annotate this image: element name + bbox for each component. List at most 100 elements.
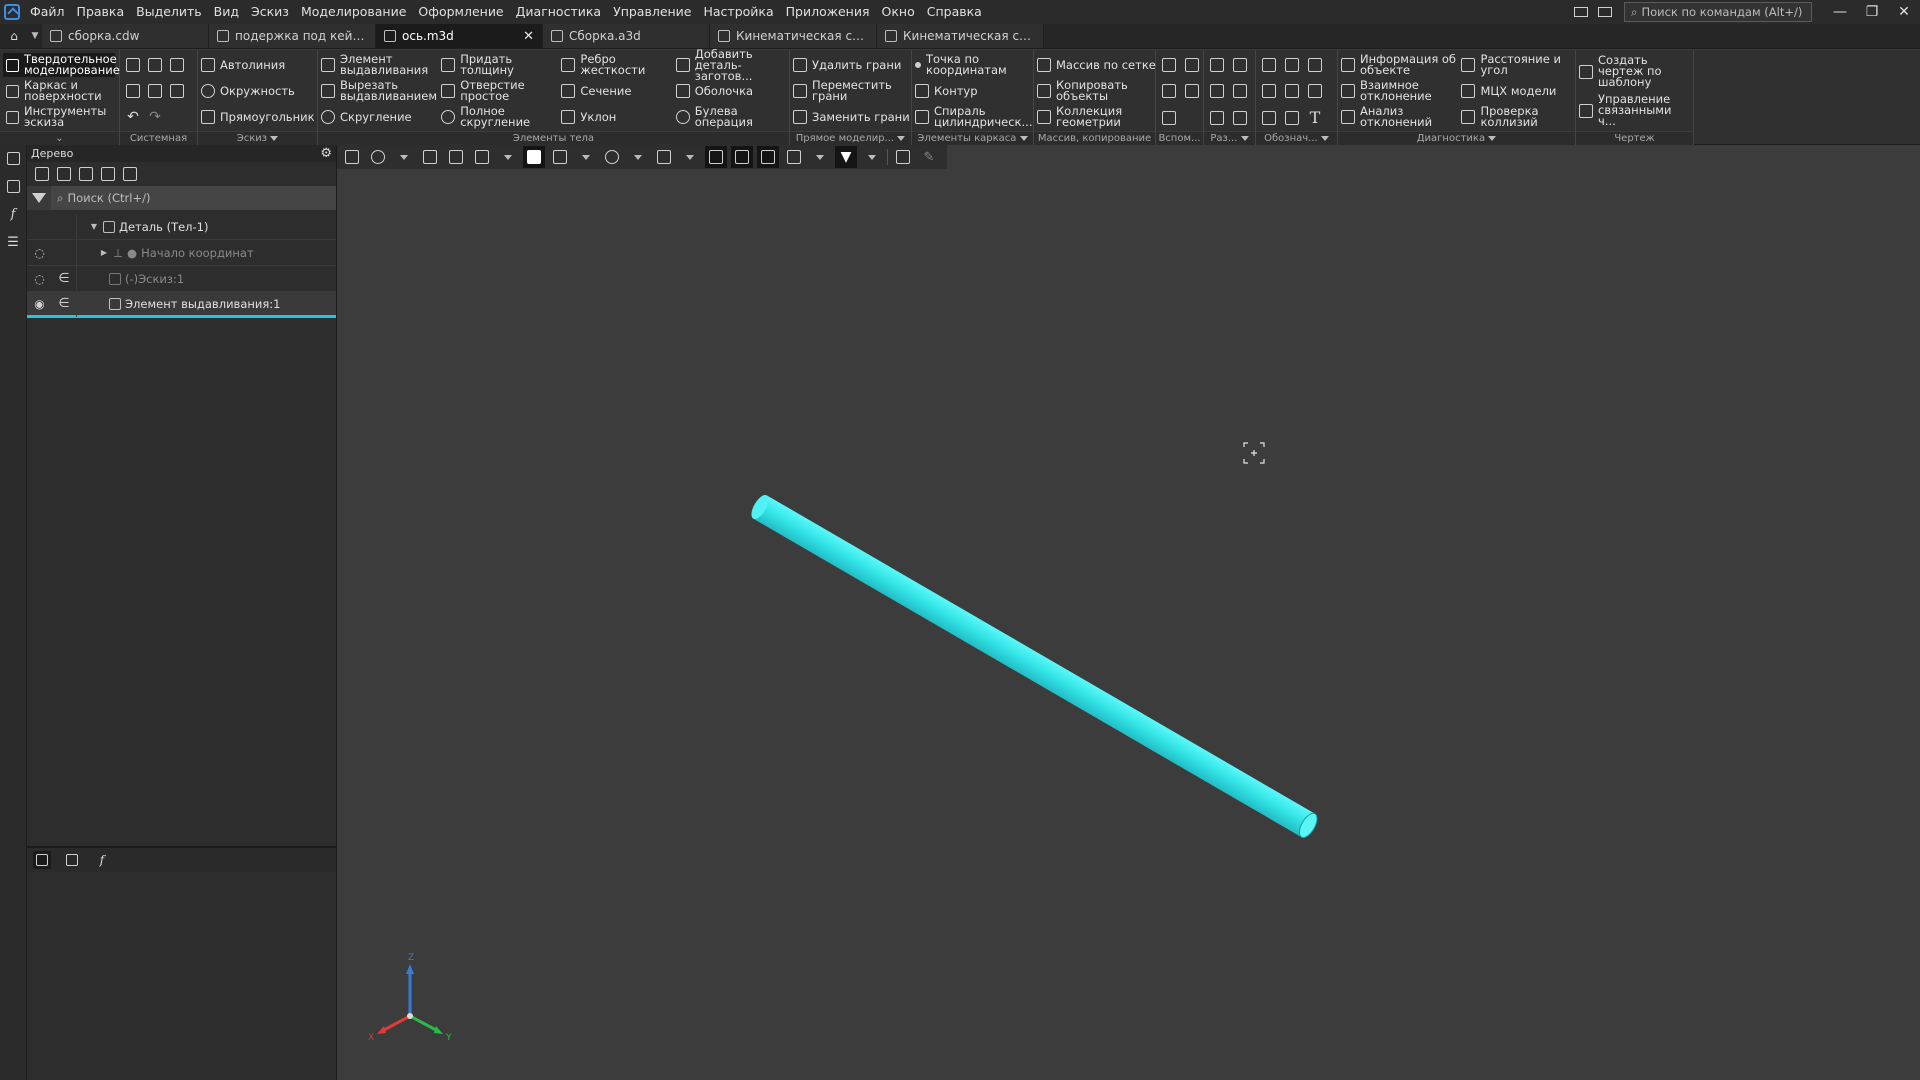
- menu-view[interactable]: Вид: [208, 0, 245, 24]
- preview-icon[interactable]: [145, 80, 165, 102]
- extrude-button[interactable]: Элемент выдавливания: [321, 53, 437, 77]
- minimize-button[interactable]: —: [1824, 0, 1856, 24]
- position-icon[interactable]: [1305, 80, 1325, 102]
- cylinder-model[interactable]: [748, 492, 1321, 840]
- draft-button[interactable]: Уклон: [561, 105, 671, 129]
- distance-angle-button[interactable]: Расстояние и угол: [1461, 53, 1572, 77]
- restore-button[interactable]: ❐: [1856, 0, 1888, 24]
- mode-sketch-tools[interactable]: Инструменты эскиза: [3, 105, 115, 129]
- measure-icon[interactable]: [892, 146, 914, 168]
- close-tab-icon[interactable]: ✕: [523, 29, 534, 44]
- collapse-arrow-icon[interactable]: ▼: [89, 222, 99, 231]
- close-window-button[interactable]: ✕: [1888, 0, 1920, 24]
- shaded-view-icon[interactable]: [523, 146, 545, 168]
- tree-tab-icon[interactable]: [33, 851, 51, 869]
- replace-faces-button[interactable]: Заменить грани: [793, 105, 910, 129]
- mass-properties-button[interactable]: МЦХ модели: [1461, 79, 1572, 103]
- tab-document[interactable]: Кинематическая схе...: [710, 24, 877, 48]
- roughness-icon[interactable]: [1259, 54, 1279, 76]
- snap-dropdown-icon[interactable]: [809, 146, 831, 168]
- aux-line-icon[interactable]: [1159, 107, 1179, 129]
- hide-icon[interactable]: [601, 146, 623, 168]
- arc-dim-icon[interactable]: [1230, 107, 1250, 129]
- menu-sketch[interactable]: Эскиз: [245, 0, 295, 24]
- radial-dim-icon[interactable]: [1230, 54, 1250, 76]
- dynamic-section-icon[interactable]: [731, 146, 753, 168]
- menu-settings[interactable]: Настройка: [698, 0, 780, 24]
- group-title-diag[interactable]: Диагностика: [1338, 131, 1575, 145]
- angular-dim-icon[interactable]: [1207, 80, 1227, 102]
- app-logo-icon[interactable]: [0, 0, 24, 24]
- menu-edit[interactable]: Правка: [71, 0, 131, 24]
- filter-icon[interactable]: [27, 186, 51, 210]
- tree-node-origin[interactable]: ◌ ▶ ⊥ ● Начало координат: [27, 239, 336, 266]
- menu-design[interactable]: Оформление: [412, 0, 509, 24]
- fillet-button[interactable]: Скругление: [321, 105, 437, 129]
- point-by-coords-button[interactable]: Точка по координатам: [915, 53, 1024, 77]
- menu-help[interactable]: Справка: [921, 0, 988, 24]
- display-mode-icon[interactable]: [549, 146, 571, 168]
- auto-dim-icon[interactable]: [1207, 107, 1227, 129]
- undo-icon[interactable]: ↶: [123, 106, 143, 128]
- tab-document[interactable]: Кинематическая схе...: [877, 24, 1044, 48]
- collision-check-button[interactable]: Проверка коллизий: [1461, 105, 1572, 129]
- tab-document[interactable]: подержка под кейс...: [209, 24, 376, 48]
- aux-cs-icon[interactable]: [1182, 80, 1202, 102]
- diameter-dim-icon[interactable]: [1230, 80, 1250, 102]
- linear-dim-icon[interactable]: [1207, 54, 1227, 76]
- tree-search-input[interactable]: ⌕ Поиск (Ctrl+/): [51, 191, 336, 206]
- circle-button[interactable]: Окружность: [201, 79, 315, 103]
- geometry-collection-button[interactable]: Коллекция геометрии: [1037, 105, 1156, 129]
- gear-icon[interactable]: ⚙: [320, 146, 332, 161]
- pan-icon[interactable]: [419, 146, 441, 168]
- tab-document[interactable]: сборка.cdw: [42, 24, 209, 48]
- selection-view-icon[interactable]: [757, 146, 779, 168]
- grid-array-button[interactable]: Массив по сетке: [1037, 53, 1156, 77]
- shell-button[interactable]: Оболочка: [675, 79, 786, 103]
- tree-node-part[interactable]: ▼ Деталь (Тел-1): [27, 213, 336, 240]
- roughness-alt-icon[interactable]: [1282, 107, 1302, 129]
- copy-objects-button[interactable]: Копировать объекты: [1037, 79, 1156, 103]
- 3d-viewport[interactable]: ▼ ✎ Z X Y: [337, 145, 1920, 1080]
- eye-icon[interactable]: ◉: [27, 297, 52, 311]
- properties-panel-icon[interactable]: [4, 177, 22, 195]
- mode-frame-surfaces[interactable]: Каркас и поверхности: [3, 79, 115, 103]
- rib-button[interactable]: Ребро жесткости: [561, 53, 671, 77]
- print-icon[interactable]: [123, 80, 143, 102]
- perspective-icon[interactable]: [705, 146, 727, 168]
- tree-panel-icon[interactable]: [4, 149, 22, 167]
- save-icon[interactable]: [167, 54, 187, 76]
- ribbon-collapse-icon[interactable]: ⌄: [0, 131, 119, 145]
- menu-window[interactable]: Окно: [876, 0, 921, 24]
- redo-icon[interactable]: ↷: [145, 106, 165, 128]
- fit-icon[interactable]: [341, 146, 363, 168]
- hidden-eye-icon[interactable]: ◌: [27, 246, 52, 260]
- new-file-icon[interactable]: [123, 54, 143, 76]
- base-icon[interactable]: [1282, 54, 1302, 76]
- pen-icon[interactable]: ✎: [918, 146, 940, 168]
- mode-solid-modeling[interactable]: Твердотельное моделирование: [3, 53, 120, 77]
- tolerance-icon[interactable]: [1259, 80, 1279, 102]
- home-icon[interactable]: ⌂: [0, 24, 28, 48]
- group-title-frame[interactable]: Элементы каркаса: [912, 131, 1033, 145]
- screenshot-icon[interactable]: [1598, 7, 1612, 17]
- hide-dropdown-icon[interactable]: [627, 146, 649, 168]
- weld-icon[interactable]: [1259, 107, 1279, 129]
- orientation-icon[interactable]: [471, 146, 493, 168]
- command-search-input[interactable]: ⌕ Поиск по командам (Alt+/): [1624, 2, 1812, 22]
- zoom-dropdown-icon[interactable]: [393, 146, 415, 168]
- manage-linked-button[interactable]: Управление связанными ч...: [1579, 93, 1688, 127]
- thicken-button[interactable]: Придать толщину: [441, 53, 557, 77]
- group-title-aux[interactable]: Вспом...: [1156, 131, 1203, 145]
- expand-arrow-icon[interactable]: ▶: [99, 248, 109, 257]
- helix-button[interactable]: Спираль цилиндрическ...: [915, 105, 1032, 129]
- menu-diagnostics[interactable]: Диагностика: [510, 0, 607, 24]
- add-blank-part-button[interactable]: Добавить деталь-заготов...: [675, 48, 786, 81]
- tree-layers-icon[interactable]: [123, 167, 137, 181]
- menu-modeling[interactable]: Моделирование: [295, 0, 412, 24]
- group-title-notation[interactable]: Обознач...: [1256, 131, 1337, 145]
- rectangle-button[interactable]: Прямоугольник: [201, 105, 315, 129]
- tree-structure-icon[interactable]: [35, 167, 49, 181]
- orientation-dropdown-icon[interactable]: [497, 146, 519, 168]
- menu-select[interactable]: Выделить: [130, 0, 208, 24]
